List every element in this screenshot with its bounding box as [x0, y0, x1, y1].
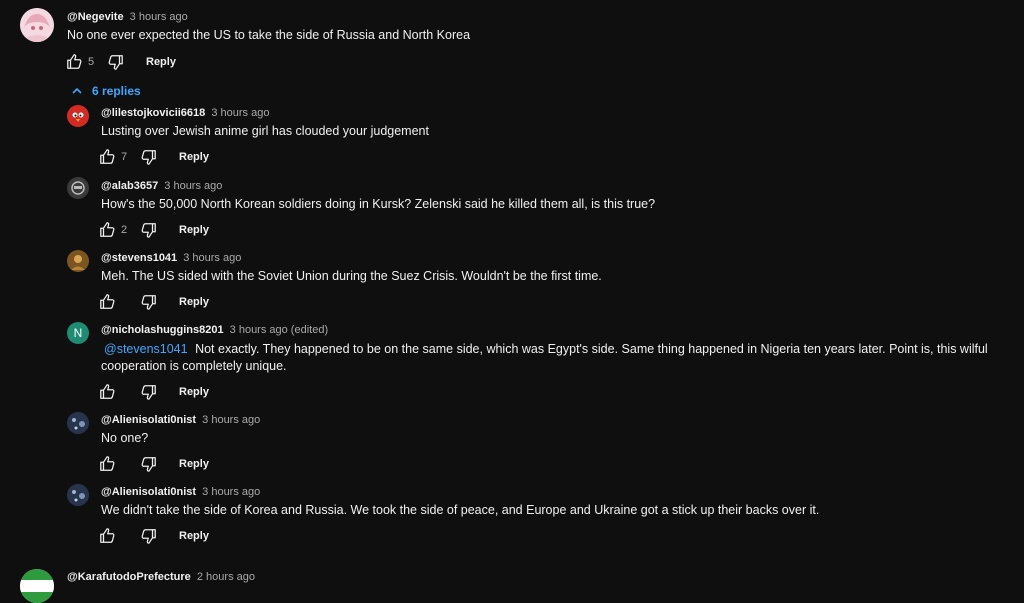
avatar[interactable] — [67, 484, 89, 506]
reply: @Alienisolati0nist 3 hours ago No one? R… — [0, 410, 1024, 480]
thumbs-up-icon[interactable] — [66, 53, 84, 71]
avatar[interactable] — [67, 105, 89, 127]
author-name[interactable]: @stevens1041 — [101, 252, 177, 264]
angry-bird-avatar-icon — [67, 105, 89, 127]
comment-text: Lusting over Jewish anime girl has cloud… — [101, 124, 429, 138]
thumbs-up-icon[interactable] — [99, 148, 117, 166]
comment-actions: Reply — [99, 293, 209, 311]
reply-button[interactable]: Reply — [146, 56, 176, 68]
reply: N @nicholashuggins8201 3 hours ago (edit… — [0, 320, 1024, 408]
thumbs-down-icon[interactable] — [139, 455, 157, 473]
character-avatar-icon — [67, 250, 89, 272]
author-name[interactable]: @Negevite — [67, 11, 124, 23]
avatar[interactable] — [20, 8, 54, 42]
flag-avatar-icon — [20, 569, 54, 603]
reply: @alab3657 3 hours ago How's the 50,000 N… — [0, 175, 1024, 245]
space-avatar-icon — [67, 484, 89, 506]
avatar[interactable] — [67, 412, 89, 434]
timestamp[interactable]: 3 hours ago — [211, 107, 269, 119]
author-name[interactable]: @KarafutodoPrefecture — [67, 571, 191, 583]
thumbs-up-icon[interactable] — [99, 383, 117, 401]
space-avatar-icon — [67, 412, 89, 434]
author-name[interactable]: @Alienisolati0nist — [101, 486, 196, 498]
reply-button[interactable]: Reply — [179, 296, 209, 308]
comment-text: How's the 50,000 North Korean soldiers d… — [101, 197, 656, 211]
thumbs-down-icon[interactable] — [106, 53, 124, 71]
reply: @Alienisolati0nist 3 hours ago We didn't… — [0, 482, 1024, 552]
comment-actions: 5 Reply — [66, 53, 176, 71]
comment-header: @nicholashuggins8201 3 hours ago (edited… — [101, 324, 328, 336]
timestamp[interactable]: 3 hours ago (edited) — [230, 324, 328, 336]
avatar[interactable] — [67, 177, 89, 199]
comment-header: @stevens1041 3 hours ago — [101, 252, 241, 264]
comment-text: Meh. The US sided with the Soviet Union … — [101, 269, 602, 283]
reply-button[interactable]: Reply — [179, 151, 209, 163]
thumbs-up-icon[interactable] — [99, 527, 117, 545]
reply-button[interactable]: Reply — [179, 224, 209, 236]
comment-thread: @Negevite 3 hours ago No one ever expect… — [0, 0, 1024, 80]
author-name[interactable]: @lilestojkovicii6618 — [101, 107, 205, 119]
timestamp[interactable]: 3 hours ago — [202, 414, 260, 426]
comment-text: No one? — [101, 431, 149, 445]
timestamp[interactable]: 3 hours ago — [164, 180, 222, 192]
comment-actions: 7 Reply — [99, 148, 209, 166]
comment-actions: 2 Reply — [99, 221, 209, 239]
comment-header: @alab3657 3 hours ago — [101, 180, 222, 192]
replies-count-label: 6 replies — [92, 84, 141, 98]
comment-actions: Reply — [99, 455, 209, 473]
thumbs-down-icon[interactable] — [139, 221, 157, 239]
timestamp[interactable]: 3 hours ago — [202, 486, 260, 498]
comment-header: @Negevite 3 hours ago — [67, 11, 188, 23]
comment-actions: Reply — [99, 383, 209, 401]
avatar[interactable]: N — [67, 322, 89, 344]
thumbs-down-icon[interactable] — [139, 527, 157, 545]
helmet-avatar-icon — [67, 177, 89, 199]
timestamp[interactable]: 2 hours ago — [197, 571, 255, 583]
avatar-letter: N — [73, 326, 83, 340]
author-name[interactable]: @alab3657 — [101, 180, 158, 192]
timestamp[interactable]: 3 hours ago — [130, 11, 188, 23]
comment-actions: Reply — [99, 527, 209, 545]
like-count: 5 — [88, 56, 95, 68]
avatar[interactable] — [20, 569, 54, 603]
reply-button[interactable]: Reply — [179, 386, 209, 398]
comment-header: @Alienisolati0nist 3 hours ago — [101, 486, 260, 498]
timestamp[interactable]: 3 hours ago — [183, 252, 241, 264]
comment-text: No one ever expected the US to take the … — [67, 28, 471, 42]
chevron-up-icon — [70, 82, 84, 100]
reply-button[interactable]: Reply — [179, 458, 209, 470]
comment-header: @lilestojkovicii6618 3 hours ago — [101, 107, 269, 119]
mention-link[interactable]: @stevens1041 — [104, 342, 188, 356]
thumbs-down-icon[interactable] — [139, 148, 157, 166]
author-name[interactable]: @Alienisolati0nist — [101, 414, 196, 426]
comment-thread: @KarafutodoPrefecture 2 hours ago — [0, 566, 1024, 603]
comment-header: @KarafutodoPrefecture 2 hours ago — [67, 571, 255, 583]
comment-text: @stevens1041 Not exactly. They happened … — [101, 341, 1016, 375]
like-count: 2 — [121, 224, 128, 236]
reply-button[interactable]: Reply — [179, 530, 209, 542]
thumbs-down-icon[interactable] — [139, 293, 157, 311]
comment-header: @Alienisolati0nist 3 hours ago — [101, 414, 260, 426]
reply: @lilestojkovicii6618 3 hours ago Lusting… — [0, 102, 1024, 172]
avatar[interactable] — [67, 250, 89, 272]
thumbs-up-icon[interactable] — [99, 293, 117, 311]
reply: @stevens1041 3 hours ago Meh. The US sid… — [0, 248, 1024, 318]
comment-body: Not exactly. They happened to be on the … — [101, 342, 988, 373]
anime-avatar-icon — [20, 8, 54, 42]
thumbs-up-icon[interactable] — [99, 221, 117, 239]
thumbs-up-icon[interactable] — [99, 455, 117, 473]
thumbs-down-icon[interactable] — [139, 383, 157, 401]
comment-text: We didn't take the side of Korea and Rus… — [101, 503, 820, 517]
like-count: 7 — [121, 151, 128, 163]
replies-toggle[interactable]: 6 replies — [70, 82, 141, 100]
author-name[interactable]: @nicholashuggins8201 — [101, 324, 224, 336]
